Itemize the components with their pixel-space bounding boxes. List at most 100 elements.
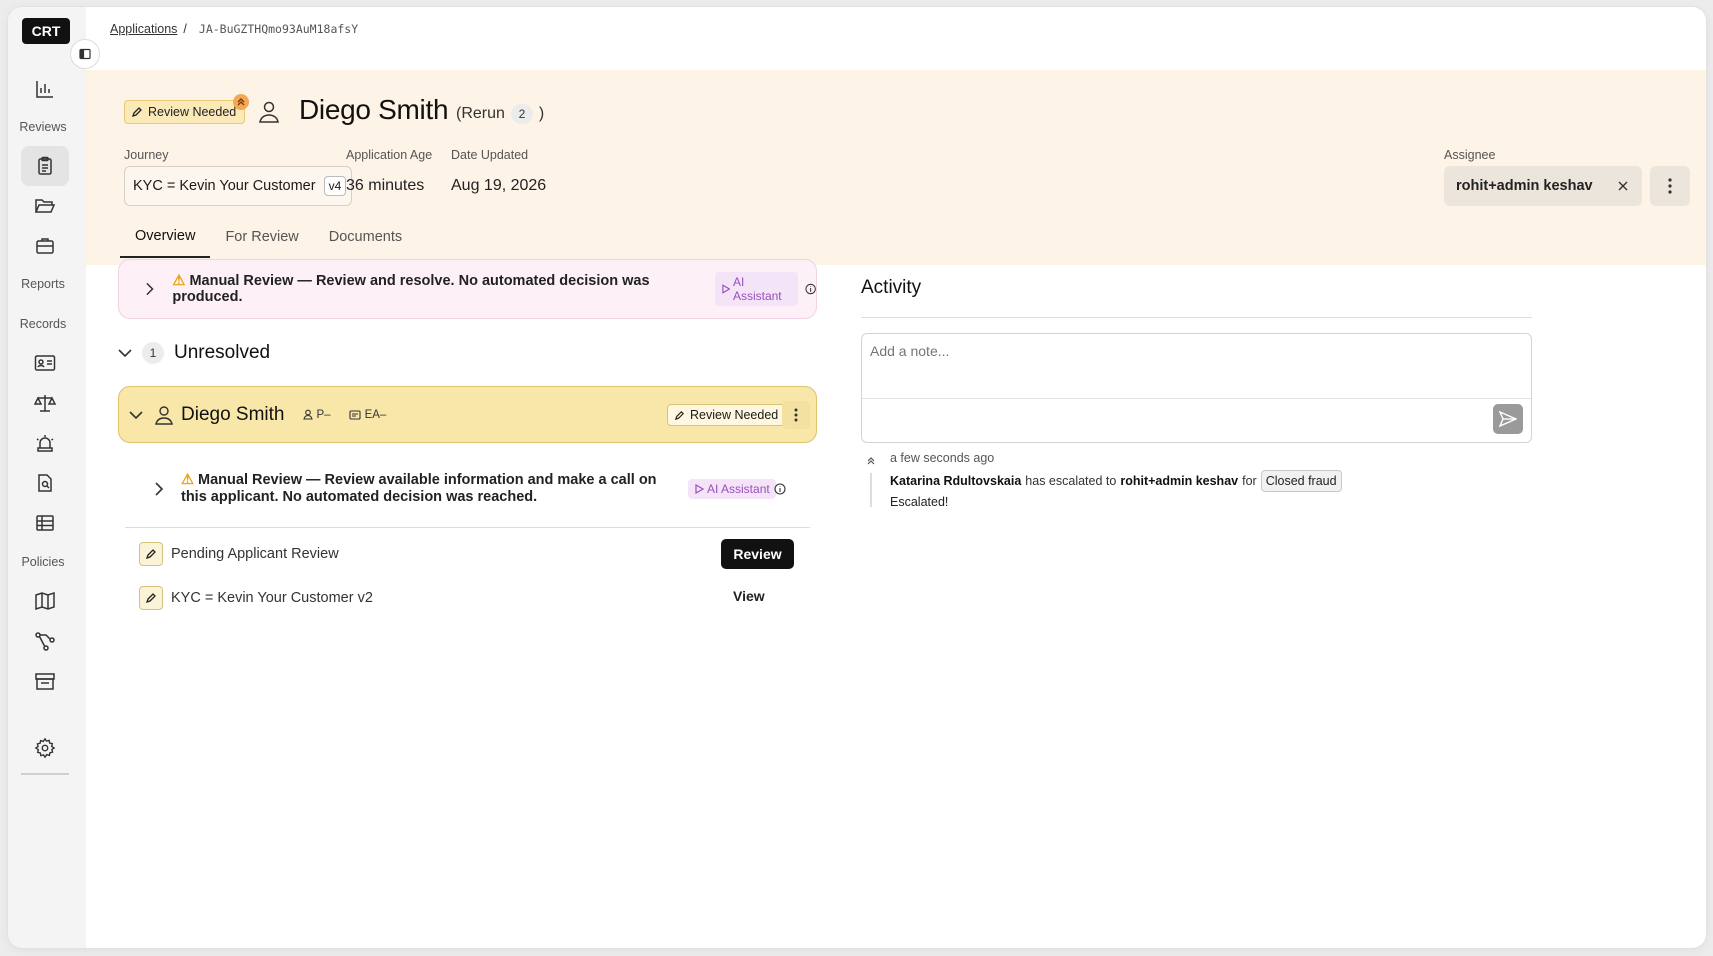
table-icon bbox=[36, 515, 54, 531]
status-badge[interactable]: Review Needed bbox=[124, 100, 246, 124]
id-card-icon bbox=[34, 355, 56, 371]
clipboard-icon bbox=[38, 156, 52, 175]
rerun-close-paren: ) bbox=[538, 105, 545, 122]
activity-reason-badge: Closed fraud bbox=[1260, 470, 1342, 492]
sidebar-item-alerts[interactable] bbox=[21, 423, 69, 463]
chevron-down-icon[interactable] bbox=[129, 410, 143, 420]
folder-open-icon bbox=[34, 199, 56, 213]
rerun-count[interactable]: 2 bbox=[510, 104, 533, 124]
sidebar-item-applications[interactable] bbox=[21, 146, 69, 186]
applicant-name: Diego Smith bbox=[181, 403, 285, 425]
applicant-card[interactable]: Diego Smith P– EA– Review Needed bbox=[118, 386, 817, 443]
page-title: Diego Smith bbox=[299, 94, 449, 125]
tab-overview[interactable]: Overview bbox=[120, 216, 211, 258]
document-search-icon bbox=[38, 474, 52, 492]
applicant-review-message-text: Manual Review — Review available informa… bbox=[181, 472, 657, 505]
unresolved-count: 1 bbox=[142, 342, 164, 364]
chevron-right-icon[interactable] bbox=[145, 282, 154, 296]
person-icon bbox=[302, 409, 313, 420]
journey-field[interactable]: KYC = Kevin Your Customer v4 bbox=[124, 166, 352, 206]
sidebar-item-integrations[interactable] bbox=[21, 661, 69, 701]
applicant-actions-button[interactable] bbox=[782, 401, 810, 429]
map-icon bbox=[35, 591, 55, 611]
breadcrumb-separator: / bbox=[183, 22, 187, 36]
activity-target: rohit+admin keshav bbox=[1120, 474, 1239, 488]
application-age-label: Application Age bbox=[346, 148, 433, 162]
activity-title: Activity bbox=[861, 277, 922, 298]
note-input[interactable] bbox=[862, 334, 1531, 399]
logo[interactable]: CRT bbox=[22, 18, 70, 44]
unresolved-group-header[interactable]: 1 Unresolved bbox=[118, 342, 270, 364]
application-header: Review Needed Diego Smith (Rerun 2 ) Jou… bbox=[86, 70, 1706, 265]
sidebar-item-journeys[interactable] bbox=[21, 581, 69, 621]
status-badge-label: Review Needed bbox=[148, 105, 237, 119]
activity-for: for bbox=[1242, 474, 1257, 488]
tab-documents[interactable]: Documents bbox=[314, 216, 417, 258]
journey-label: Journey bbox=[124, 148, 169, 162]
dashboard-icon[interactable] bbox=[21, 69, 69, 109]
sidebar-toggle-icon bbox=[79, 48, 91, 60]
activity-verb: has escalated to bbox=[1025, 474, 1117, 488]
breadcrumb: Applications / JA-BuGZTHQmo93AuM18afsY bbox=[110, 22, 358, 36]
store-icon bbox=[35, 673, 55, 690]
play-icon bbox=[695, 484, 704, 494]
rerun-label: (Rerun bbox=[456, 105, 505, 122]
chevron-down-icon bbox=[118, 349, 132, 358]
rerun-indicator: (Rerun 2 ) bbox=[456, 104, 544, 124]
assignee-chip[interactable]: rohit+admin keshav bbox=[1444, 166, 1642, 206]
banner-message: ⚠ Manual Review — Review and resolve. No… bbox=[172, 273, 690, 305]
date-updated-value: Aug 19, 2026 bbox=[451, 177, 547, 194]
ai-assistant-chip[interactable]: AI Assistant bbox=[688, 479, 776, 499]
manual-review-banner[interactable]: ⚠ Manual Review — Review and resolve. No… bbox=[118, 259, 817, 319]
sidebar-collapse-button[interactable] bbox=[70, 39, 100, 69]
assignee-label: Assignee bbox=[1444, 148, 1496, 162]
escalation-icon bbox=[867, 457, 875, 465]
info-icon[interactable] bbox=[774, 483, 786, 495]
view-button[interactable]: View bbox=[733, 588, 765, 604]
note-composer bbox=[861, 333, 1532, 443]
breadcrumb-application-id: JA-BuGZTHQmo93AuM18afsY bbox=[198, 22, 359, 36]
warning-icon: ⚠ bbox=[172, 273, 186, 289]
sidebar-section-reviews: Reviews bbox=[19, 120, 67, 134]
banner-message-text: Manual Review — Review and resolve. No a… bbox=[172, 273, 650, 305]
sidebar-item-individuals[interactable] bbox=[21, 343, 69, 383]
breadcrumb-applications-link[interactable]: Applications bbox=[110, 22, 177, 36]
task-row: KYC = Kevin Your Customer v2 bbox=[139, 586, 373, 610]
sidebar-section-reports[interactable]: Reports bbox=[8, 277, 78, 291]
sidebar-item-businesses[interactable] bbox=[21, 226, 69, 266]
sidebar: CRT Reviews Reports Records Policies bbox=[8, 7, 86, 948]
sidebar-item-investigations[interactable] bbox=[21, 463, 69, 503]
sidebar-item-compliance[interactable] bbox=[21, 383, 69, 423]
activity-note: Escalated! bbox=[890, 495, 949, 509]
send-note-button[interactable] bbox=[1493, 404, 1523, 434]
tab-for-review[interactable]: For Review bbox=[210, 216, 313, 258]
kebab-icon bbox=[794, 408, 798, 422]
chevron-right-icon[interactable] bbox=[154, 482, 164, 496]
kebab-icon bbox=[1668, 178, 1672, 194]
review-button[interactable]: Review bbox=[721, 539, 794, 569]
gear-icon bbox=[34, 737, 56, 759]
info-icon[interactable] bbox=[805, 283, 816, 295]
more-actions-button[interactable] bbox=[1650, 166, 1690, 206]
sidebar-item-tables[interactable] bbox=[21, 503, 69, 543]
applicant-status-label: Review Needed bbox=[690, 408, 779, 422]
applicant-status-badge[interactable]: Review Needed bbox=[667, 404, 786, 426]
ai-assistant-chip[interactable]: AI Assistant bbox=[714, 272, 798, 306]
app-window: CRT Reviews Reports Records Policies App… bbox=[8, 7, 1706, 948]
unresolved-label: Unresolved bbox=[174, 342, 271, 363]
sidebar-item-cases[interactable] bbox=[21, 186, 69, 226]
siren-icon bbox=[36, 435, 54, 452]
sidebar-item-workflows[interactable] bbox=[21, 621, 69, 661]
application-age-value: 36 minutes bbox=[346, 177, 425, 194]
person-icon bbox=[155, 405, 173, 425]
sidebar-item-settings[interactable] bbox=[21, 728, 69, 768]
sidebar-section-records: Records bbox=[19, 317, 67, 331]
sidebar-section-policies: Policies bbox=[21, 555, 65, 569]
close-icon[interactable] bbox=[1618, 181, 1628, 191]
sidebar-divider bbox=[21, 773, 69, 775]
play-icon bbox=[721, 284, 730, 294]
activity-entry: Katarina Rdultovskaia has escalated to r… bbox=[890, 470, 1342, 492]
applicant-entity-meta: EA– bbox=[349, 409, 386, 421]
activity-timestamp: a few seconds ago bbox=[890, 451, 995, 465]
escalation-icon bbox=[233, 94, 249, 110]
